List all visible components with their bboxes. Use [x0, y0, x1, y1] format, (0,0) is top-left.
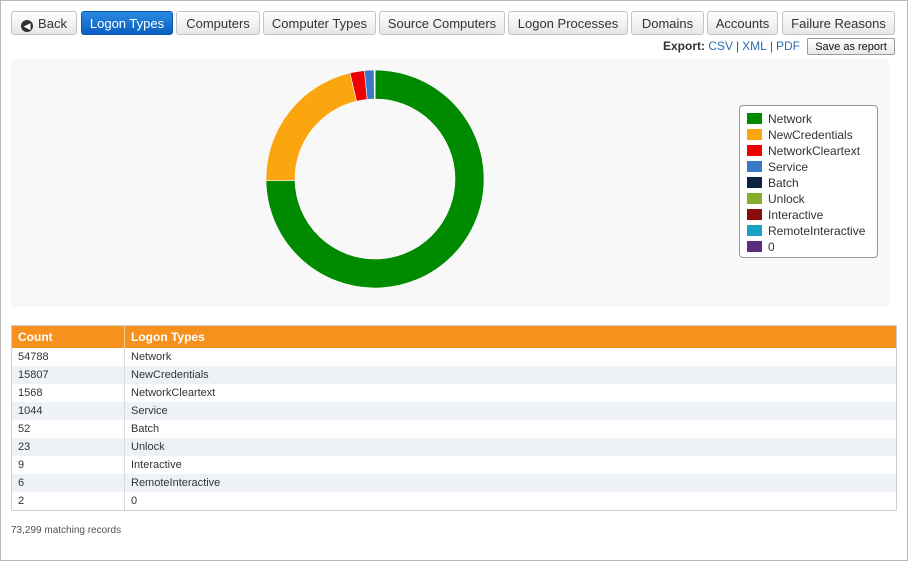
legend-label: NewCredentials	[768, 128, 853, 142]
count-cell: 23	[18, 441, 31, 453]
legend-label: NetworkCleartext	[768, 144, 861, 158]
table-row[interactable]: 23 Unlock	[12, 438, 896, 456]
legend-label: Service	[768, 160, 809, 174]
table-row[interactable]: 52 Batch	[12, 420, 896, 438]
logon-type-cell: 0	[131, 495, 138, 507]
count-cell: 52	[18, 423, 31, 435]
table-body: 54788 Network 15807 NewCredentials 1568 Netwo…	[12, 348, 896, 510]
table-row[interactable]: 54788 Network	[12, 348, 896, 366]
legend-swatch	[747, 161, 762, 172]
legend-swatch	[747, 193, 762, 204]
column-header-count[interactable]: Count	[12, 326, 125, 348]
legend-label: RemoteInteractive	[768, 224, 866, 238]
legend-label: 0	[768, 240, 775, 254]
logon-type-cell: Network	[131, 351, 172, 363]
logon-type-cell: Service	[131, 405, 168, 417]
legend-label: Batch	[768, 176, 799, 190]
legend-swatch	[747, 177, 762, 188]
legend-item[interactable]: NetworkCleartext	[747, 143, 877, 159]
legend-item[interactable]: Unlock	[747, 191, 877, 207]
logon-type-cell: NewCredentials	[131, 369, 209, 381]
tab-logon-processes[interactable]: Logon Processes	[508, 11, 628, 35]
table-row[interactable]: 6 RemoteInteractive	[12, 474, 896, 492]
tab-accounts[interactable]: Accounts	[707, 11, 778, 35]
legend-swatch	[747, 241, 762, 252]
tab-source-computers[interactable]: Source Computers	[379, 11, 505, 35]
table-row[interactable]: 9 Interactive	[12, 456, 896, 474]
tab-failure-reasons[interactable]: Failure Reasons	[782, 11, 895, 35]
table-header: Count Logon Types	[12, 326, 896, 348]
export-links: Export: CSV | XML | PDF	[663, 39, 800, 53]
export-csv-link[interactable]: CSV	[708, 39, 733, 53]
table-row[interactable]: 15807 NewCredentials	[12, 366, 896, 384]
report-window: ◀ Back Logon Types Computers Computer Typ…	[0, 0, 908, 561]
logon-type-cell: Unlock	[131, 441, 165, 453]
count-cell: 1568	[18, 387, 43, 399]
legend-swatch	[747, 225, 762, 236]
legend-label: Unlock	[768, 192, 805, 206]
table-row[interactable]: 20	[12, 492, 896, 510]
tab-computers[interactable]: Computers	[176, 11, 260, 35]
table-row[interactable]: 1044 Service	[12, 402, 896, 420]
back-button[interactable]: ◀ Back	[11, 11, 77, 35]
logon-type-cell: Batch	[131, 423, 160, 435]
legend-label: Interactive	[768, 208, 824, 222]
donut-slice-newcredentials[interactable]	[265, 72, 357, 182]
count-cell: 2	[18, 495, 25, 507]
export-label: Export:	[663, 39, 705, 53]
logon-type-cell: Interactive	[131, 459, 182, 471]
count-cell: 9	[18, 459, 25, 471]
legend-swatch	[747, 113, 762, 124]
back-label: Back	[38, 16, 67, 31]
export-pdf-link[interactable]: PDF	[776, 39, 800, 53]
legend-swatch	[747, 145, 762, 156]
chart-legend: Network NewCredentials NetworkCleartext Ser…	[739, 105, 878, 258]
count-cell: 1044	[18, 405, 43, 417]
count-cell: 6	[18, 477, 25, 489]
column-divider	[124, 348, 125, 510]
save-as-report-button[interactable]: Save as report	[807, 38, 895, 55]
legend-item[interactable]: NewCredentials	[747, 127, 877, 143]
logon-type-cell: NetworkCleartext	[131, 387, 216, 399]
legend-item[interactable]: 0	[747, 239, 877, 255]
legend-item[interactable]: RemoteInteractive	[747, 223, 877, 239]
export-separator: |	[736, 39, 740, 53]
back-arrow-icon: ◀	[21, 20, 34, 32]
export-separator: |	[769, 39, 773, 53]
matching-records-count: 73,299 matching records	[11, 525, 122, 536]
count-cell: 15807	[18, 369, 49, 381]
table-row[interactable]: 1568 NetworkCleartext	[12, 384, 896, 402]
count-cell: 54788	[18, 351, 49, 363]
legend-item[interactable]: Interactive	[747, 207, 877, 223]
legend-item[interactable]: Batch	[747, 175, 877, 191]
legend-label: Network	[768, 112, 813, 126]
tab-domains[interactable]: Domains	[631, 11, 704, 35]
tab-computer-types[interactable]: Computer Types	[263, 11, 376, 35]
results-table: Count Logon Types 54788 Network 15807 NewCr…	[11, 325, 897, 511]
legend-item[interactable]: Service	[747, 159, 877, 175]
legend-swatch	[747, 129, 762, 140]
export-xml-link[interactable]: XML	[742, 39, 767, 53]
tab-logon-types[interactable]: Logon Types	[81, 11, 173, 35]
logon-type-cell: RemoteInteractive	[131, 477, 221, 489]
legend-item[interactable]: Network	[747, 111, 877, 127]
column-header-logon-types[interactable]: Logon Types	[125, 326, 205, 348]
legend-swatch	[747, 209, 762, 220]
